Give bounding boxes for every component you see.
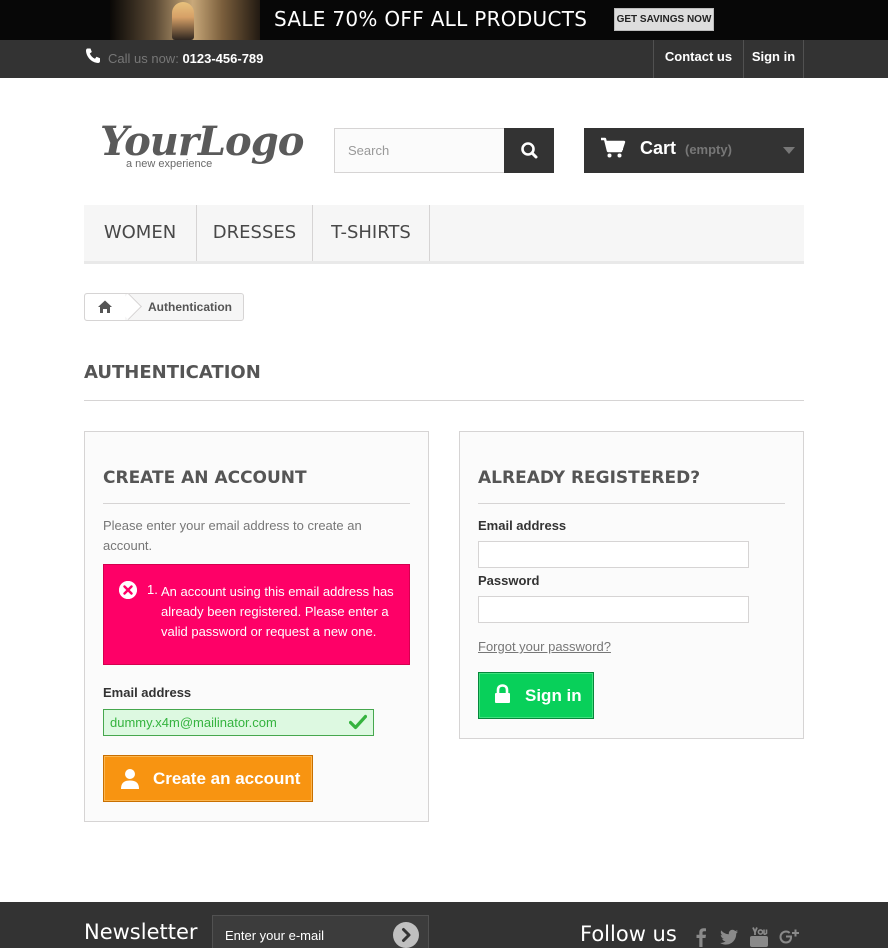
divider [478,503,785,504]
create-account-button[interactable]: Create an account [103,755,313,802]
page-title: AUTHENTICATION [84,362,261,383]
close-circle-icon [119,581,137,599]
breadcrumb-home[interactable] [85,294,125,320]
chevron-right-icon [402,928,411,942]
login-form: ALREADY REGISTERED? Email address Passwo… [459,431,804,739]
user-icon [121,769,139,789]
call-us-text: Call us now: 0123-456-789 [108,51,263,66]
create-account-label: Create an account [153,769,301,788]
twitter-icon[interactable] [718,926,740,948]
main-menu: WOMEN DRESSES T-SHIRTS [84,205,804,264]
login-email-label: Email address [478,518,567,533]
cart-block[interactable]: Cart (empty) [584,128,804,173]
site-logo[interactable]: YourLogo a new experience [100,118,304,170]
password-field[interactable] [478,596,749,623]
cart-icon [601,137,626,158]
error-number: 1. [147,582,158,597]
google-plus-icon[interactable] [778,926,800,948]
cart-label: Cart [640,138,677,158]
login-title: ALREADY REGISTERED? [478,468,701,488]
breadcrumb: Authentication [84,293,244,321]
breadcrumb-current: Authentication [148,300,232,314]
error-alert: 1. An account using this email address h… [103,564,410,665]
call-prefix: Call us now: [108,51,179,66]
contact-us-link[interactable]: Contact us [653,40,743,78]
search-input[interactable] [334,128,505,173]
newsletter-title: Newsletter [84,920,198,944]
sign-in-label: Sign in [525,686,582,705]
phone-number: 0123-456-789 [182,51,264,66]
search-form [334,128,554,173]
create-email-field[interactable] [103,709,374,736]
check-icon [349,714,367,730]
cart-status: (empty) [685,142,732,157]
menu-item-tshirts[interactable]: T-SHIRTS [313,205,430,261]
menu-item-dresses[interactable]: DRESSES [197,205,313,261]
facebook-icon[interactable] [690,926,712,948]
banner-model-image [110,0,260,40]
menu-item-women[interactable]: WOMEN [84,205,197,261]
lock-icon [495,684,510,703]
sign-in-button[interactable]: Sign in [478,672,594,719]
home-icon [98,300,112,313]
divider [84,400,804,401]
newsletter-submit-button[interactable] [393,922,419,948]
create-email-label: Email address [103,685,192,700]
error-message: An account using this email address has … [161,584,394,639]
chevron-down-icon[interactable] [783,147,795,154]
search-icon [521,142,538,159]
login-email-field[interactable] [478,541,749,568]
create-account-form: CREATE AN ACCOUNT Please enter your emai… [84,431,429,822]
create-account-intro: Please enter your email address to creat… [103,518,362,553]
password-label: Password [478,573,540,588]
banner-savings-button[interactable]: GET SAVINGS NOW [614,8,714,31]
create-account-title: CREATE AN ACCOUNT [103,468,307,488]
forgot-password-link[interactable]: Forgot your password? [478,639,611,654]
phone-icon [86,48,100,63]
promo-banner[interactable]: SALE 70% OFF ALL PRODUCTS GET SAVINGS NO… [0,0,888,40]
banner-headline: SALE 70% OFF ALL PRODUCTS [274,7,588,31]
logo-tagline: a new experience [126,158,213,170]
follow-us-title: Follow us [580,922,677,946]
sign-in-link[interactable]: Sign in [743,40,804,78]
divider [103,503,410,504]
youtube-icon[interactable] [748,926,770,948]
search-button[interactable] [504,128,554,173]
